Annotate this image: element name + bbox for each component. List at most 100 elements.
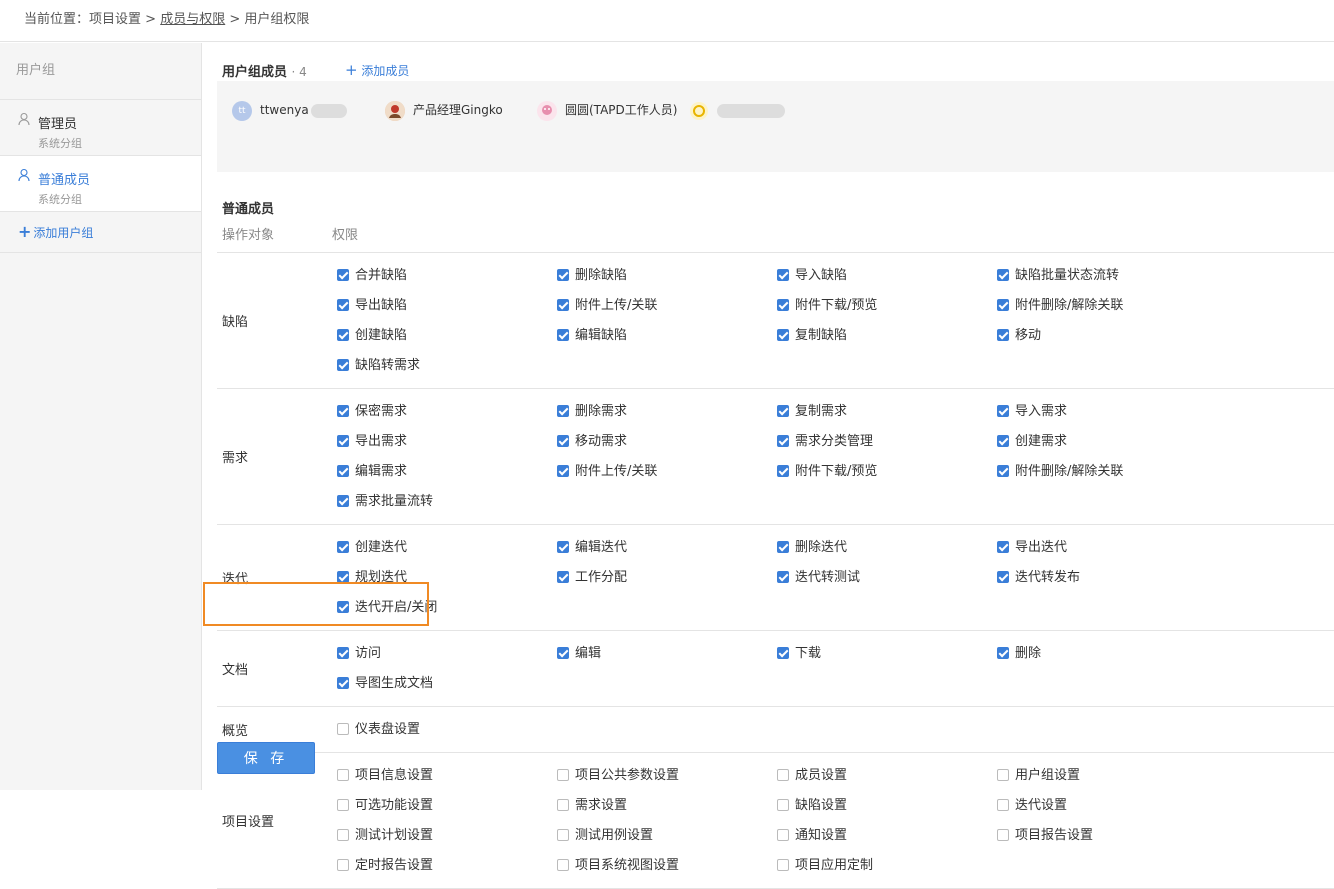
- checkbox-checked-icon[interactable]: [997, 540, 1009, 553]
- checkbox-unchecked-icon[interactable]: [997, 798, 1009, 811]
- permission-checkbox[interactable]: 编辑迭代: [557, 533, 777, 563]
- checkbox-checked-icon[interactable]: [997, 328, 1009, 341]
- permission-checkbox[interactable]: 迭代转测试: [777, 563, 997, 593]
- permission-checkbox[interactable]: 编辑需求: [337, 457, 557, 487]
- permission-checkbox[interactable]: 访问: [337, 639, 557, 669]
- checkbox-unchecked-icon[interactable]: [337, 828, 349, 841]
- checkbox-checked-icon[interactable]: [997, 646, 1009, 659]
- checkbox-checked-icon[interactable]: [337, 268, 349, 281]
- checkbox-unchecked-icon[interactable]: [997, 768, 1009, 781]
- checkbox-checked-icon[interactable]: [557, 434, 569, 447]
- permission-checkbox[interactable]: 导出缺陷: [337, 291, 557, 321]
- permission-checkbox[interactable]: 项目应用定制: [777, 851, 997, 881]
- permission-checkbox[interactable]: 编辑缺陷: [557, 321, 777, 351]
- permission-checkbox[interactable]: 删除缺陷: [557, 261, 777, 291]
- checkbox-checked-icon[interactable]: [557, 298, 569, 311]
- save-button[interactable]: 保 存: [217, 742, 315, 774]
- permission-checkbox[interactable]: 需求分类管理: [777, 427, 997, 457]
- sidebar-item-admin[interactable]: 管理员 系统分组: [0, 100, 201, 156]
- permission-checkbox[interactable]: 测试用例设置: [557, 821, 777, 851]
- permission-checkbox[interactable]: 项目报告设置: [997, 821, 1217, 851]
- permission-checkbox[interactable]: 定时报告设置: [337, 851, 557, 881]
- permission-checkbox[interactable]: 缺陷设置: [777, 791, 997, 821]
- permission-checkbox[interactable]: 删除迭代: [777, 533, 997, 563]
- checkbox-checked-icon[interactable]: [337, 298, 349, 311]
- checkbox-checked-icon[interactable]: [777, 328, 789, 341]
- permission-checkbox[interactable]: 迭代开启/关闭: [337, 593, 557, 623]
- checkbox-checked-icon[interactable]: [557, 540, 569, 553]
- checkbox-checked-icon[interactable]: [557, 268, 569, 281]
- permission-checkbox[interactable]: 项目系统视图设置: [557, 851, 777, 881]
- checkbox-unchecked-icon[interactable]: [337, 768, 349, 781]
- checkbox-unchecked-icon[interactable]: [777, 798, 789, 811]
- permission-checkbox[interactable]: 仪表盘设置: [337, 715, 557, 745]
- checkbox-unchecked-icon[interactable]: [337, 858, 349, 871]
- permission-checkbox[interactable]: 导入需求: [997, 397, 1217, 427]
- checkbox-checked-icon[interactable]: [997, 570, 1009, 583]
- permission-checkbox[interactable]: 项目信息设置: [337, 761, 557, 791]
- checkbox-checked-icon[interactable]: [337, 434, 349, 447]
- permission-checkbox[interactable]: 成员设置: [777, 761, 997, 791]
- permission-checkbox[interactable]: 附件下载/预览: [777, 291, 997, 321]
- checkbox-checked-icon[interactable]: [777, 404, 789, 417]
- checkbox-unchecked-icon[interactable]: [777, 858, 789, 871]
- permission-checkbox[interactable]: 复制缺陷: [777, 321, 997, 351]
- checkbox-checked-icon[interactable]: [337, 676, 349, 689]
- permission-checkbox[interactable]: 创建迭代: [337, 533, 557, 563]
- checkbox-unchecked-icon[interactable]: [777, 828, 789, 841]
- checkbox-checked-icon[interactable]: [777, 268, 789, 281]
- permission-checkbox[interactable]: 附件上传/关联: [557, 457, 777, 487]
- permission-checkbox[interactable]: 创建需求: [997, 427, 1217, 457]
- member-item[interactable]: 圆圆(TAPD工作人员): [537, 100, 677, 121]
- checkbox-unchecked-icon[interactable]: [557, 858, 569, 871]
- sidebar-item-members[interactable]: 普通成员 系统分组: [0, 156, 201, 212]
- permission-checkbox[interactable]: 下载: [777, 639, 997, 669]
- permission-checkbox[interactable]: 需求设置: [557, 791, 777, 821]
- permission-checkbox[interactable]: 项目公共参数设置: [557, 761, 777, 791]
- checkbox-checked-icon[interactable]: [997, 434, 1009, 447]
- checkbox-checked-icon[interactable]: [777, 646, 789, 659]
- checkbox-unchecked-icon[interactable]: [557, 828, 569, 841]
- permission-checkbox[interactable]: 工作分配: [557, 563, 777, 593]
- checkbox-checked-icon[interactable]: [337, 570, 349, 583]
- checkbox-checked-icon[interactable]: [997, 298, 1009, 311]
- member-item[interactable]: 产品经理Gingko: [385, 100, 503, 121]
- breadcrumb-members-link[interactable]: 成员与权限: [160, 12, 225, 27]
- checkbox-checked-icon[interactable]: [557, 404, 569, 417]
- checkbox-checked-icon[interactable]: [557, 464, 569, 477]
- permission-checkbox[interactable]: 创建缺陷: [337, 321, 557, 351]
- checkbox-unchecked-icon[interactable]: [337, 798, 349, 811]
- checkbox-checked-icon[interactable]: [777, 298, 789, 311]
- permission-checkbox[interactable]: 测试计划设置: [337, 821, 557, 851]
- permission-checkbox[interactable]: 附件删除/解除关联: [997, 457, 1217, 487]
- checkbox-checked-icon[interactable]: [337, 494, 349, 507]
- checkbox-checked-icon[interactable]: [337, 404, 349, 417]
- checkbox-checked-icon[interactable]: [777, 434, 789, 447]
- checkbox-checked-icon[interactable]: [337, 646, 349, 659]
- permission-checkbox[interactable]: 缺陷批量状态流转: [997, 261, 1217, 291]
- permission-checkbox[interactable]: 通知设置: [777, 821, 997, 851]
- permission-checkbox[interactable]: 规划迭代: [337, 563, 557, 593]
- permission-checkbox[interactable]: 保密需求: [337, 397, 557, 427]
- checkbox-checked-icon[interactable]: [997, 404, 1009, 417]
- permission-checkbox[interactable]: 编辑: [557, 639, 777, 669]
- member-item[interactable]: [689, 100, 785, 120]
- checkbox-checked-icon[interactable]: [557, 570, 569, 583]
- checkbox-checked-icon[interactable]: [337, 328, 349, 341]
- permission-checkbox[interactable]: 复制需求: [777, 397, 997, 427]
- checkbox-checked-icon[interactable]: [557, 646, 569, 659]
- permission-checkbox[interactable]: 需求批量流转: [337, 487, 557, 517]
- checkbox-checked-icon[interactable]: [777, 464, 789, 477]
- permission-checkbox[interactable]: 删除需求: [557, 397, 777, 427]
- permission-checkbox[interactable]: 附件上传/关联: [557, 291, 777, 321]
- checkbox-unchecked-icon[interactable]: [997, 828, 1009, 841]
- add-member-button[interactable]: + 添加成员: [345, 61, 409, 79]
- permission-checkbox[interactable]: 附件下载/预览: [777, 457, 997, 487]
- permission-checkbox[interactable]: 导出需求: [337, 427, 557, 457]
- permission-checkbox[interactable]: 导出迭代: [997, 533, 1217, 563]
- permission-checkbox[interactable]: 迭代转发布: [997, 563, 1217, 593]
- checkbox-checked-icon[interactable]: [997, 268, 1009, 281]
- permission-checkbox[interactable]: 附件删除/解除关联: [997, 291, 1217, 321]
- permission-checkbox[interactable]: 可选功能设置: [337, 791, 557, 821]
- permission-checkbox[interactable]: 迭代设置: [997, 791, 1217, 821]
